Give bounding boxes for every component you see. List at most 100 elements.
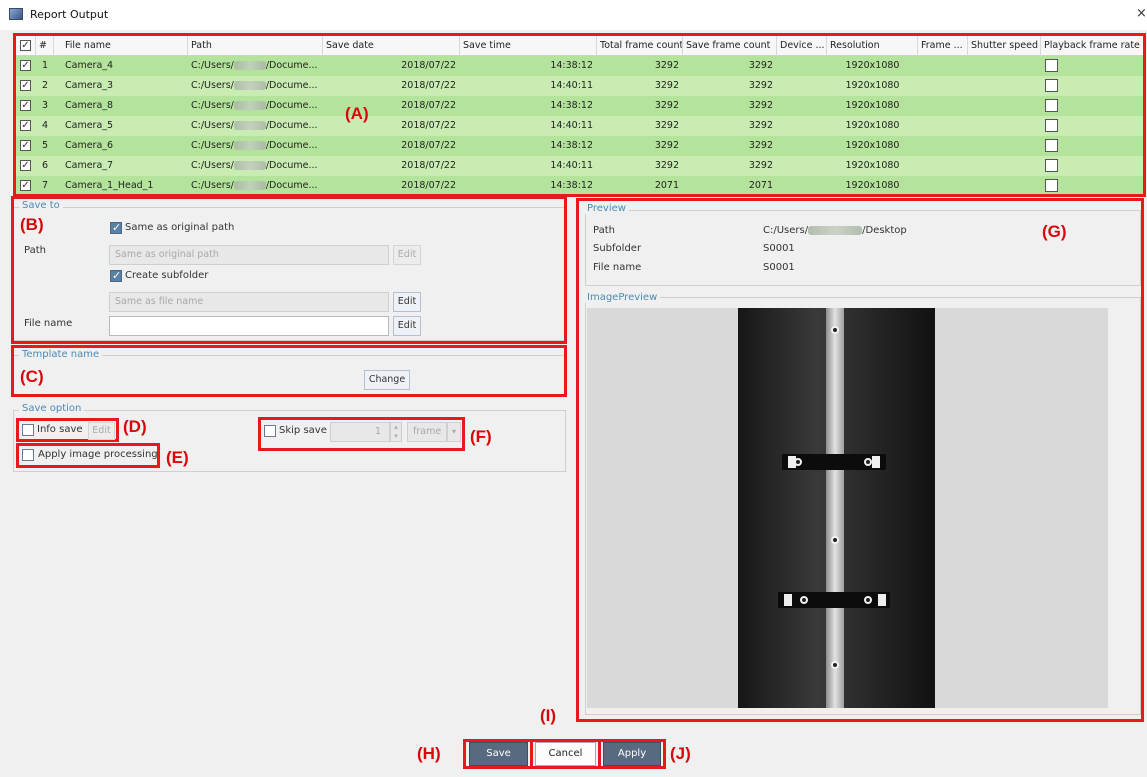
- table-row[interactable]: ✓ 6 Camera_7 C:/Users/ /Docume... 2018/07/22 1…: [16, 156, 1143, 176]
- playback-rate-checkbox[interactable]: [1045, 179, 1058, 192]
- table-row[interactable]: ✓ 7 Camera_1_Head_1 C:/Users/ /Docume... 2018…: [16, 176, 1143, 194]
- skip-unit-select[interactable]: frame: [407, 422, 447, 442]
- col-total-frame-header[interactable]: Total frame count: [597, 36, 683, 56]
- col-shutter-speed-header[interactable]: Shutter speed: [968, 36, 1041, 56]
- row-save-time: 14:40:11: [550, 80, 593, 91]
- row-total-frames: 3292: [654, 60, 679, 71]
- subfolder-edit-button[interactable]: Edit: [393, 292, 421, 312]
- row-total-frames: 3292: [654, 160, 679, 171]
- row-resolution: 1920x1080: [845, 180, 900, 191]
- lower-right-tape: [878, 594, 886, 606]
- row-index: 7: [41, 180, 49, 191]
- row-path-prefix: C:/Users/: [191, 80, 234, 91]
- lower-crossbar: [778, 592, 890, 608]
- col-resolution-header[interactable]: Resolution: [827, 36, 918, 56]
- chevron-down-icon[interactable]: ▾: [447, 422, 461, 442]
- close-icon[interactable]: ×: [1136, 6, 1147, 21]
- table-row[interactable]: ✓ 2 Camera_3 C:/Users/ /Docume... 2018/07/22 1…: [16, 76, 1143, 96]
- apply-processing-checkbox[interactable]: [22, 449, 34, 461]
- preview-subfolder-value: S0001: [763, 243, 795, 254]
- row-checkbox[interactable]: ✓: [20, 160, 31, 171]
- marker-h: (H): [417, 744, 441, 763]
- table-row[interactable]: ✓ 1 Camera_4 C:/Users/ /Docume... 2018/07/22 1…: [16, 56, 1143, 76]
- row-save-frames: 2071: [748, 180, 773, 191]
- row-checkbox[interactable]: ✓: [20, 80, 31, 91]
- preview-path-label: Path: [593, 225, 615, 236]
- playback-rate-checkbox[interactable]: [1045, 99, 1058, 112]
- preview-photo: [738, 308, 935, 708]
- row-file-name: Camera_5: [65, 120, 114, 131]
- apply-button[interactable]: Apply: [603, 742, 661, 766]
- col-file-name-header[interactable]: File name: [54, 36, 188, 56]
- table-row[interactable]: ✓ 4 Camera_5 C:/Users/ /Docume... 2018/07/22 1…: [16, 116, 1143, 136]
- row-checkbox[interactable]: ✓: [20, 100, 31, 111]
- col-path-header[interactable]: Path: [188, 36, 323, 56]
- row-path-suffix: /Docume...: [265, 140, 318, 151]
- row-file-name: Camera_7: [65, 160, 114, 171]
- same-as-original-checkbox[interactable]: [110, 221, 122, 234]
- title-bar: [0, 0, 1147, 30]
- row-path: C:/Users/ /Docume...: [191, 76, 321, 96]
- row-save-time: 14:40:11: [550, 120, 593, 131]
- row-total-frames: 3292: [654, 120, 679, 131]
- pole-shape: [826, 308, 844, 708]
- playback-rate-checkbox[interactable]: [1045, 79, 1058, 92]
- row-checkbox[interactable]: ✓: [20, 120, 31, 131]
- row-save-frames: 3292: [748, 140, 773, 151]
- row-save-frames: 3292: [748, 60, 773, 71]
- preview-file-value: S0001: [763, 262, 795, 273]
- col-index-header[interactable]: #: [36, 36, 54, 56]
- row-checkbox[interactable]: ✓: [20, 180, 31, 191]
- playback-rate-checkbox[interactable]: [1045, 59, 1058, 72]
- col-playback-rate-header[interactable]: Playback frame rate: [1041, 36, 1143, 56]
- file-name-input[interactable]: [109, 316, 389, 336]
- playback-rate-checkbox[interactable]: [1045, 159, 1058, 172]
- table-header: ✓ # File name Path Save date Save time T…: [16, 36, 1143, 56]
- row-index: 3: [41, 100, 49, 111]
- row-path-prefix: C:/Users/: [191, 180, 234, 191]
- row-save-time: 14:38:12: [550, 100, 593, 111]
- row-path: C:/Users/ /Docume...: [191, 116, 321, 136]
- skip-count-field[interactable]: 1: [330, 422, 390, 442]
- cancel-button[interactable]: Cancel: [535, 742, 596, 766]
- playback-rate-checkbox[interactable]: [1045, 119, 1058, 132]
- col-device-header[interactable]: Device ...: [777, 36, 827, 56]
- redacted-username: [233, 101, 266, 110]
- col-save-frame-header[interactable]: Save frame count: [683, 36, 777, 56]
- table-row[interactable]: ✓ 3 Camera_8 C:/Users/ /Docume... 2018/07/22 1…: [16, 96, 1143, 116]
- info-save-checkbox[interactable]: [22, 424, 34, 436]
- preview-subfolder-label: Subfolder: [593, 243, 642, 254]
- create-subfolder-checkbox[interactable]: [110, 269, 122, 282]
- row-checkbox[interactable]: ✓: [20, 60, 31, 71]
- row-path: C:/Users/ /Docume...: [191, 156, 321, 176]
- path-edit-button[interactable]: Edit: [393, 245, 421, 265]
- row-file-name: Camera_1_Head_1: [65, 180, 154, 191]
- redacted-username: [233, 61, 266, 70]
- playback-rate-checkbox[interactable]: [1045, 139, 1058, 152]
- row-index: 4: [41, 120, 49, 131]
- row-path-prefix: C:/Users/: [191, 120, 234, 131]
- row-save-date: 2018/07/22: [401, 120, 456, 131]
- col-frame-header[interactable]: Frame ...: [918, 36, 968, 56]
- path-field[interactable]: Same as original path: [109, 245, 389, 265]
- row-checkbox[interactable]: ✓: [20, 140, 31, 151]
- row-total-frames: 3292: [654, 100, 679, 111]
- select-all-header[interactable]: ✓: [16, 36, 36, 56]
- skip-save-checkbox[interactable]: [264, 425, 276, 437]
- info-save-label: Info save: [37, 424, 83, 435]
- col-save-date-header[interactable]: Save date: [323, 36, 460, 56]
- marker-f: (F): [470, 427, 492, 446]
- file-name-edit-button[interactable]: Edit: [393, 316, 421, 336]
- table-row[interactable]: ✓ 5 Camera_6 C:/Users/ /Docume... 2018/07/22 1…: [16, 136, 1143, 156]
- change-template-button[interactable]: Change: [364, 370, 410, 390]
- marker-dot: [831, 536, 839, 544]
- col-save-time-header[interactable]: Save time: [460, 36, 597, 56]
- subfolder-field[interactable]: Same as file name: [109, 292, 389, 312]
- info-edit-button[interactable]: Edit: [88, 422, 115, 440]
- select-all-checkbox[interactable]: ✓: [20, 40, 31, 51]
- skip-count-spinner[interactable]: ▴ ▾: [390, 422, 402, 442]
- marker-g: (G): [1042, 222, 1067, 241]
- row-save-date: 2018/07/22: [401, 180, 456, 191]
- save-button[interactable]: Save: [469, 742, 528, 766]
- row-path-suffix: /Docume...: [265, 160, 318, 171]
